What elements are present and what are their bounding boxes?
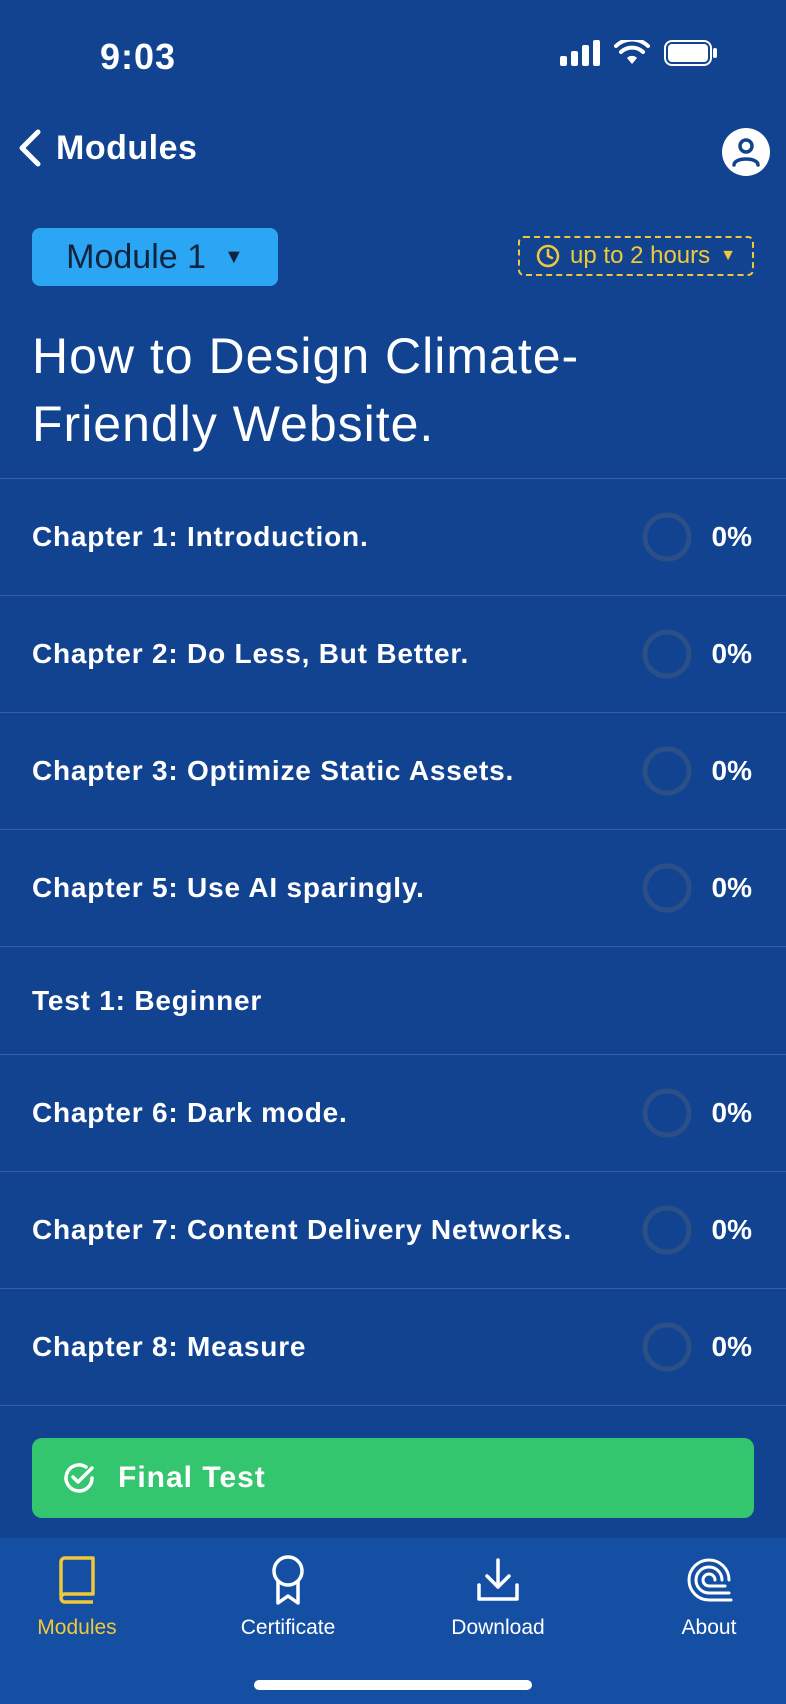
award-icon: [272, 1555, 304, 1605]
chapter-row[interactable]: Chapter 2: Do Less, But Better. 0%: [0, 595, 786, 712]
chapter-label: Chapter 7: Content Delivery Networks.: [32, 1214, 572, 1245]
spiral-logo-icon: [687, 1558, 733, 1602]
progress-ring: [642, 1205, 692, 1255]
chapter-label: Chapter 6: Dark mode.: [32, 1097, 348, 1128]
chapter-row[interactable]: Chapter 3: Optimize Static Assets. 0%: [0, 712, 786, 829]
tab-certificate[interactable]: Certificate: [213, 1552, 363, 1640]
chapter-label: Chapter 1: Introduction.: [32, 521, 369, 552]
wifi-icon: [614, 40, 650, 64]
back-button[interactable]: Modules: [16, 128, 197, 168]
progress-ring: [642, 746, 692, 796]
chapter-label: Chapter 5: Use AI sparingly.: [32, 872, 425, 903]
chapter-list: Chapter 1: Introduction. 0% Chapter 2: D…: [0, 478, 786, 1406]
progress-ring: [642, 1088, 692, 1138]
check-circle-icon: [64, 1463, 94, 1493]
list-divider: [0, 1405, 786, 1406]
back-label: Modules: [56, 128, 198, 167]
progress-ring: [642, 512, 692, 562]
progress-ring: [642, 863, 692, 913]
clock-icon: [536, 244, 560, 268]
module-selector[interactable]: Module 1 ▼: [32, 228, 278, 286]
tab-label: Modules: [37, 1616, 117, 1639]
book-icon: [59, 1556, 95, 1604]
chevron-left-icon: [19, 129, 41, 167]
chapter-label: Chapter 8: Measure: [32, 1331, 307, 1362]
progress-percent: 0%: [711, 872, 752, 903]
progress-ring: [642, 1322, 692, 1372]
tab-label: Certificate: [240, 1616, 336, 1639]
chapter-row[interactable]: Chapter 7: Content Delivery Networks. 0%: [0, 1171, 786, 1288]
chapter-row[interactable]: Chapter 8: Measure 0%: [0, 1288, 786, 1405]
progress-ring: [642, 629, 692, 679]
nav-bar: Modules: [0, 118, 786, 188]
status-time: 9:03: [100, 36, 177, 77]
chapter-row[interactable]: Chapter 1: Introduction. 0%: [0, 478, 786, 595]
status-icons: [560, 40, 718, 66]
tab-download[interactable]: Download: [423, 1552, 573, 1640]
duration-selector[interactable]: up to 2 hours ▼: [518, 236, 754, 276]
final-test-label: Final Test: [118, 1461, 266, 1494]
progress-percent: 0%: [711, 521, 752, 552]
progress-percent: 0%: [711, 638, 752, 669]
tab-label: Download: [451, 1616, 545, 1639]
signal-icon: [560, 40, 600, 66]
module-selector-label: Module 1: [66, 237, 207, 276]
user-icon: [732, 138, 760, 167]
progress-percent: 0%: [711, 1097, 752, 1128]
test-label: Test 1: Beginner: [32, 984, 263, 1016]
final-test-button[interactable]: Final Test: [32, 1438, 754, 1518]
tab-modules[interactable]: Modules: [2, 1552, 152, 1640]
progress-percent: 0%: [711, 1214, 752, 1245]
home-indicator: [254, 1680, 532, 1690]
chapter-row[interactable]: Chapter 6: Dark mode. 0%: [0, 1054, 786, 1171]
tab-about[interactable]: About: [634, 1552, 784, 1640]
page-title: How to Design Climate-Friendly Website.: [32, 328, 580, 452]
chapter-row[interactable]: Chapter 5: Use AI sparingly. 0%: [0, 829, 786, 946]
caret-down-icon: ▼: [720, 247, 736, 264]
duration-label: up to 2 hours: [570, 242, 711, 269]
progress-percent: 0%: [711, 755, 752, 786]
battery-icon: [664, 40, 717, 66]
tab-label: About: [681, 1616, 737, 1639]
profile-button[interactable]: [722, 128, 770, 176]
caret-down-icon: ▼: [224, 245, 244, 268]
chapter-label: Chapter 2: Do Less, But Better.: [32, 638, 470, 669]
chapter-label: Chapter 3: Optimize Static Assets.: [32, 755, 515, 786]
progress-percent: 0%: [711, 1331, 752, 1362]
test-row[interactable]: Test 1: Beginner: [0, 946, 786, 1054]
status-bar: 9:03: [0, 0, 786, 100]
download-icon: [477, 1558, 519, 1601]
